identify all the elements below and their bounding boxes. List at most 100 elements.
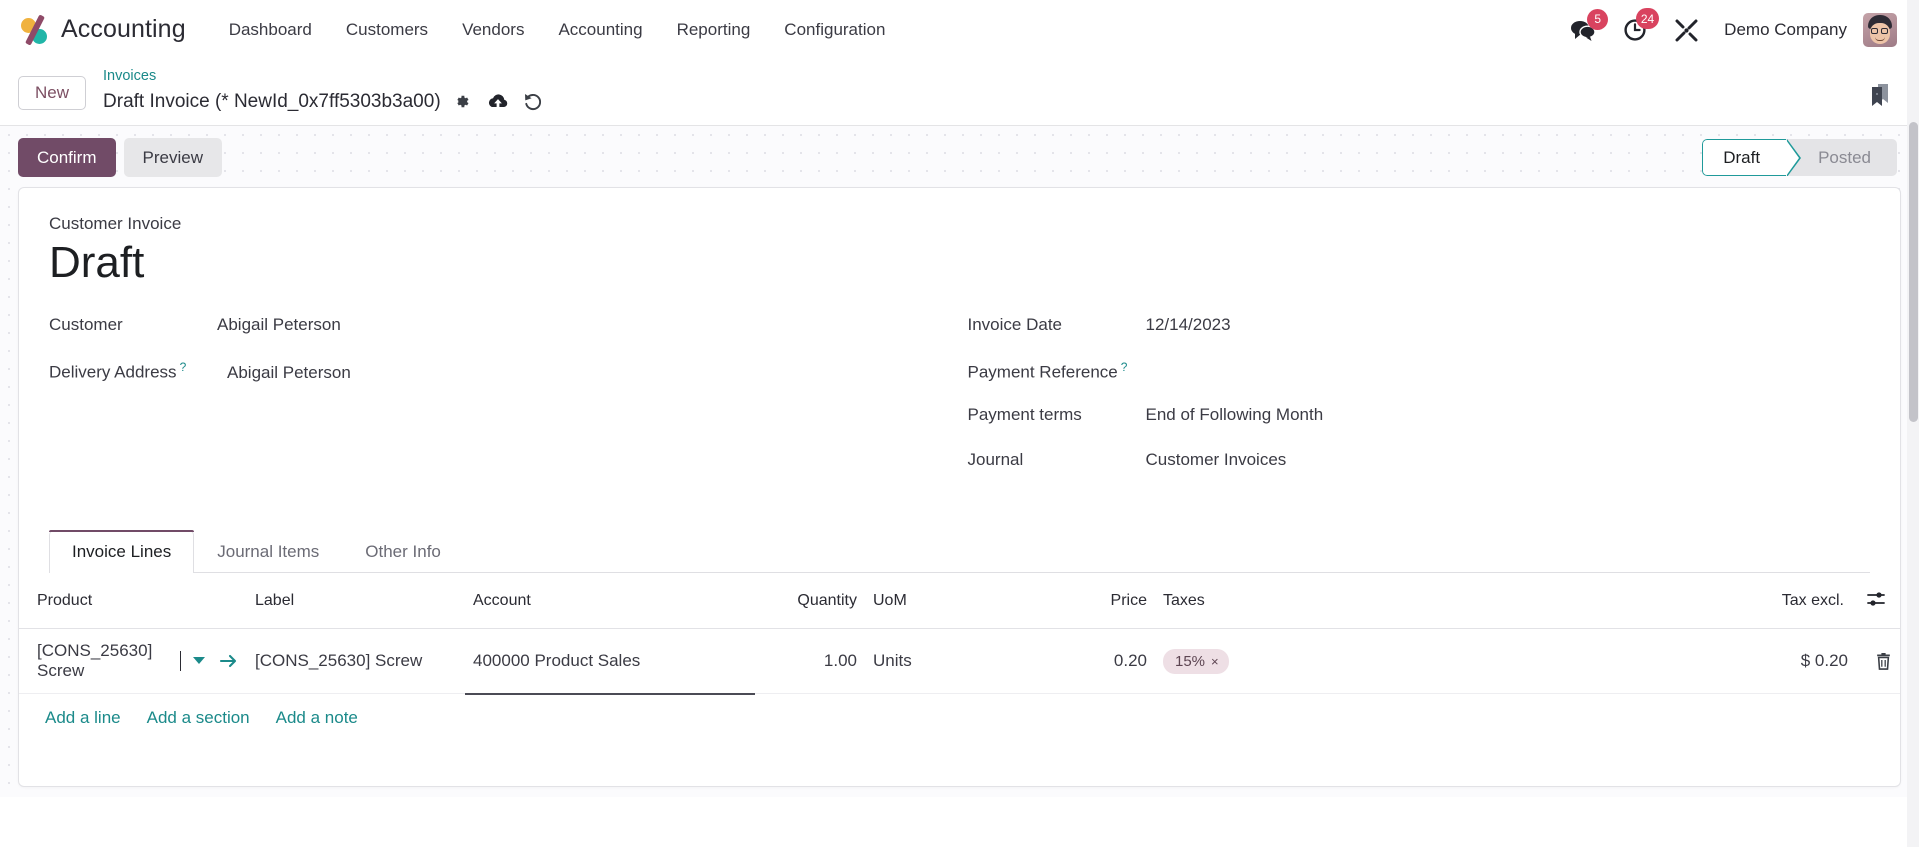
field-label-invoice-date: Invoice Date [967, 314, 1063, 334]
page-title: Draft [49, 238, 145, 288]
column-header-product: Product [19, 572, 247, 629]
cell-taxes[interactable]: 15% × [1155, 628, 1455, 695]
action-button-row: Confirm Preview Draft Posted [0, 126, 1919, 187]
form-column-right: Invoice Date 12/14/2023 Payment Referenc… [960, 315, 1871, 495]
cell-subtotal: $ 0.20 [1455, 628, 1856, 695]
tools-icon [1675, 19, 1698, 41]
status-bar: Draft Posted [1702, 139, 1897, 177]
chevron-down-icon[interactable] [193, 657, 205, 665]
field-label-delivery-address: Delivery Address? [49, 360, 227, 383]
cloud-upload-icon [488, 94, 507, 108]
new-record-button[interactable]: New [18, 76, 87, 111]
app-name[interactable]: Accounting [61, 15, 186, 44]
cell-uom[interactable]: Units [865, 628, 985, 695]
cell-price[interactable]: 0.20 [985, 628, 1155, 695]
menu-item-reporting[interactable]: Reporting [660, 12, 768, 48]
confirm-button[interactable]: Confirm [18, 138, 116, 178]
undo-icon [525, 93, 542, 110]
field-value-delivery-address[interactable]: Abigail Peterson [227, 363, 351, 383]
form-view-background: Confirm Preview Draft Posted Customer In… [0, 126, 1919, 797]
field-row-journal: Journal Customer Invoices [968, 450, 1871, 495]
field-value-invoice-date[interactable]: 12/14/2023 [1146, 315, 1231, 335]
user-avatar[interactable] [1863, 12, 1897, 47]
menu-item-vendors[interactable]: Vendors [445, 12, 541, 48]
arrow-right-icon [219, 654, 237, 667]
navbar-right-group: 5 24 Demo Company [1557, 8, 1897, 47]
account-input[interactable]: 400000 Product Sales [473, 651, 747, 671]
tax-tag[interactable]: 15% × [1163, 648, 1229, 674]
menu-item-configuration[interactable]: Configuration [767, 12, 902, 48]
page-scrollbar-track[interactable] [1907, 0, 1919, 847]
bookmark-icon [1872, 84, 1888, 106]
messages-button[interactable]: 5 [1557, 8, 1610, 46]
text-cursor [180, 650, 181, 671]
save-record-button[interactable] [483, 89, 513, 115]
discard-changes-button[interactable] [519, 89, 549, 115]
sliders-icon [1867, 592, 1885, 606]
status-step-draft[interactable]: Draft [1702, 139, 1801, 177]
top-navbar: Accounting Dashboard Customers Vendors A… [0, 0, 1919, 59]
field-label-payment-reference: Payment Reference? [968, 360, 1146, 383]
page-scrollbar-thumb[interactable] [1909, 122, 1918, 422]
record-settings-button[interactable] [447, 89, 477, 115]
developer-tools-button[interactable] [1661, 14, 1712, 46]
preview-button[interactable]: Preview [123, 138, 222, 178]
tab-invoice-lines[interactable]: Invoice Lines [49, 529, 195, 573]
add-a-line-button[interactable]: Add a line [37, 708, 129, 728]
odoo-logo-icon[interactable] [18, 13, 52, 47]
field-value-customer[interactable]: Abigail Peterson [217, 315, 341, 335]
column-header-uom: UoM [865, 572, 985, 629]
cell-account[interactable]: 400000 Product Sales [465, 628, 755, 695]
trash-icon [1877, 653, 1890, 670]
internal-link-button[interactable] [219, 653, 239, 669]
tab-journal-items[interactable]: Journal Items [194, 530, 342, 573]
column-header-quantity: Quantity [755, 572, 865, 629]
add-a-note-button[interactable]: Add a note [268, 708, 366, 728]
breadcrumb-current-record: Draft Invoice (* NewId_0x7ff5303b3a00) [103, 90, 441, 112]
tab-other-info[interactable]: Other Info [342, 530, 464, 573]
field-label-customer: Customer [49, 314, 123, 334]
activities-badge: 24 [1635, 8, 1660, 29]
menu-item-dashboard[interactable]: Dashboard [212, 12, 329, 48]
status-step-posted[interactable]: Posted [1786, 139, 1897, 176]
column-options-button[interactable] [1856, 572, 1900, 629]
column-header-price: Price [985, 572, 1155, 629]
cell-product[interactable]: [CONS_25630] Screw [19, 629, 247, 694]
help-icon-payment-reference[interactable]: ? [1121, 360, 1128, 374]
invoice-lines-body: [CONS_25630] Screw [CONS_25630] Screw 40… [19, 628, 1900, 695]
field-value-journal[interactable]: Customer Invoices [1146, 450, 1287, 470]
breadcrumb: Invoices Draft Invoice (* NewId_0x7ff530… [89, 66, 549, 115]
bookmark-button[interactable] [1863, 78, 1897, 115]
form-field-columns: Customer Abigail Peterson Delivery Addre… [49, 315, 1870, 495]
field-label-payment-reference-text: Payment Reference [967, 362, 1118, 382]
breadcrumb-parent-invoices[interactable]: Invoices [103, 66, 549, 88]
menu-item-accounting[interactable]: Accounting [541, 12, 659, 48]
field-row-payment-terms: Payment terms End of Following Month [968, 405, 1871, 450]
field-label-payment-terms: Payment terms [967, 404, 1082, 424]
cell-delete[interactable] [1856, 628, 1900, 695]
product-input[interactable]: [CONS_25630] Screw [37, 641, 179, 681]
tax-tag-label: 15% [1175, 652, 1206, 670]
messages-badge: 5 [1587, 8, 1609, 30]
cell-label[interactable]: [CONS_25630] Screw [247, 628, 465, 695]
invoice-lines-table: Product Label Account Quantity UoM Price… [19, 572, 1900, 695]
help-icon-delivery-address[interactable]: ? [180, 360, 187, 374]
table-row[interactable]: [CONS_25630] Screw [CONS_25630] Screw 40… [19, 628, 1900, 695]
notebook: Invoice Lines Journal Items Other Info [49, 529, 1870, 573]
field-row-delivery-address: Delivery Address? Abigail Peterson [49, 360, 960, 405]
field-row-payment-reference: Payment Reference? [968, 360, 1871, 405]
field-value-payment-terms[interactable]: End of Following Month [1146, 405, 1324, 425]
field-row-customer: Customer Abigail Peterson [49, 315, 960, 360]
add-a-section-button[interactable]: Add a section [139, 708, 258, 728]
activities-button[interactable]: 24 [1610, 8, 1661, 46]
company-switcher[interactable]: Demo Company [1712, 20, 1863, 40]
control-panel: New Invoices Draft Invoice (* NewId_0x7f… [0, 59, 1919, 126]
field-label-delivery-address-text: Delivery Address [49, 362, 177, 382]
remove-tax-tag-icon[interactable]: × [1211, 654, 1219, 669]
column-header-taxes: Taxes [1155, 572, 1455, 629]
delete-line-button[interactable] [1867, 652, 1892, 671]
main-menu: Dashboard Customers Vendors Accounting R… [212, 12, 903, 48]
cell-quantity[interactable]: 1.00 [755, 628, 865, 695]
control-panel-right [1863, 66, 1897, 115]
menu-item-customers[interactable]: Customers [329, 12, 445, 48]
